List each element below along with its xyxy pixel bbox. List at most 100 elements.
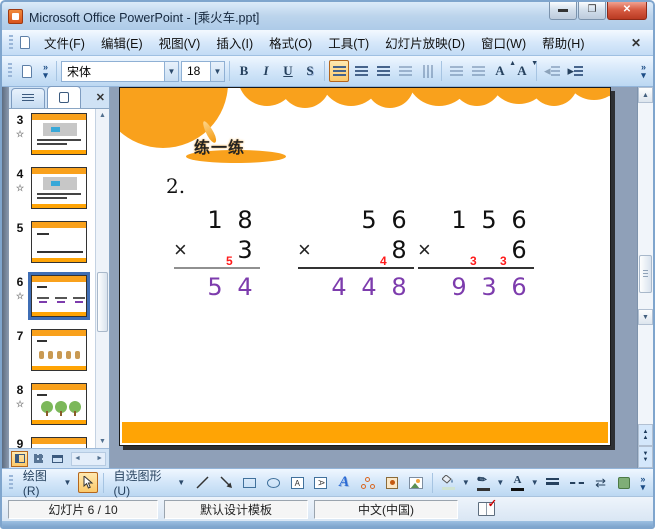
previous-slide-button[interactable]: ▲ ▲	[638, 424, 653, 446]
wordart-button[interactable]: A	[334, 472, 354, 493]
select-objects-button[interactable]	[78, 472, 99, 493]
normal-view-button[interactable]	[11, 450, 28, 467]
scroll-up-icon[interactable]: ▲	[99, 109, 106, 122]
increase-indent-button[interactable]: ▸	[565, 60, 587, 82]
insert-picture-button[interactable]	[405, 472, 427, 493]
toolbar-overflow-icon[interactable]: » ▾	[637, 63, 650, 80]
menu-item-5[interactable]: 工具(T)	[320, 30, 377, 55]
scroll-down-icon[interactable]: ▼	[638, 309, 653, 325]
rectangle-tool-button[interactable]	[239, 472, 260, 493]
align-right-button[interactable]	[373, 60, 393, 82]
toolbar-grip[interactable]	[8, 63, 12, 79]
decrease-font-size-button[interactable]: A ▼	[512, 59, 538, 82]
menu-item-7[interactable]: 窗口(W)	[473, 30, 534, 55]
next-slide-button[interactable]: ▼ ▼	[638, 446, 653, 468]
slide-workspace: 练一练 2. 1 8 × 3 5 5 4 5 6 × 8 4 4 4 8 1 5 6 × 6 3 3 9 3 6	[110, 87, 637, 468]
toolbar-overflow-icon[interactable]: » ▾	[637, 474, 650, 491]
horizontal-scrollbar[interactable]: ◄ ►	[71, 451, 106, 466]
font-name-select[interactable]: 宋体 ▼	[61, 60, 179, 82]
menu-item-1[interactable]: 编辑(E)	[93, 30, 151, 55]
autoshapes-menu-button[interactable]: 自选图形(U) ▼	[109, 469, 189, 498]
product-digit: 4	[331, 273, 347, 301]
increase-font-size-button[interactable]: A ▲	[490, 59, 516, 82]
chevron-down-icon[interactable]: ▼	[496, 478, 504, 487]
main-scroll-thumb[interactable]	[639, 255, 652, 293]
sidebar-scrollbar[interactable]: ▲ ▼	[95, 109, 109, 448]
italic-button[interactable]: I	[256, 60, 276, 82]
slide-sorter-view-button[interactable]	[30, 451, 47, 467]
chevron-down-icon[interactable]: ▼	[210, 61, 224, 81]
menu-item-8[interactable]: 帮助(H)	[534, 30, 592, 55]
chevron-down-icon[interactable]: ▼	[531, 478, 539, 487]
slide-thumbnail-9[interactable]	[31, 437, 87, 448]
line-color-button[interactable]: ✎	[473, 472, 494, 493]
fill-color-button[interactable]	[438, 472, 459, 493]
slide-thumbnail-7[interactable]	[31, 329, 87, 371]
text-direction-button[interactable]	[417, 60, 437, 82]
language-status[interactable]: 中文(中国)	[314, 499, 458, 519]
toolbar-options-icon[interactable]: » ▾	[39, 63, 52, 80]
slide-thumbnail-4[interactable]	[31, 167, 87, 209]
menu-item-4[interactable]: 格式(O)	[261, 30, 320, 55]
menu-item-0[interactable]: 文件(F)	[36, 30, 93, 55]
text-box-button[interactable]: A	[287, 472, 308, 493]
main-scrollbar[interactable]: ▲ ▼ ▲ ▲ ▼ ▼	[637, 87, 653, 468]
close-button[interactable]: ✕	[607, 2, 647, 20]
line-tool-button[interactable]	[192, 472, 213, 493]
align-center-button[interactable]	[351, 60, 371, 82]
font-size-select[interactable]: 18 ▼	[181, 60, 225, 82]
slide-number: 6 ☆	[9, 275, 31, 317]
slide-thumbnail-8[interactable]	[31, 383, 87, 425]
minimize-button[interactable]: ▬	[549, 2, 577, 20]
menu-item-3[interactable]: 插入(I)	[208, 30, 261, 55]
slide-canvas[interactable]: 练一练 2. 1 8 × 3 5 5 4 5 6 × 8 4 4 4 8 1 5 6 × 6 3 3 9 3 6	[119, 87, 611, 446]
scroll-up-icon[interactable]: ▲	[638, 87, 653, 103]
font-color-button[interactable]: A	[507, 472, 528, 493]
spellcheck-icon[interactable]	[478, 497, 497, 516]
close-panel-icon[interactable]: ✕	[96, 91, 105, 104]
oval-tool-button[interactable]	[263, 472, 284, 493]
distribute-text-button[interactable]	[395, 60, 415, 82]
slideshow-view-button[interactable]	[49, 451, 66, 467]
carry-digit: 5	[226, 254, 233, 268]
dash-style-button[interactable]	[566, 472, 587, 493]
sidebar-scroll-track[interactable]	[96, 122, 109, 435]
toolbar-grip[interactable]	[9, 34, 13, 51]
line-style-button[interactable]	[542, 472, 563, 493]
tab-slides[interactable]	[47, 86, 81, 108]
restore-button[interactable]: ❐	[578, 2, 606, 20]
multiply-sign: ×	[298, 237, 311, 262]
numbered-list-button[interactable]	[446, 60, 466, 82]
slide-thumbnail-3[interactable]	[31, 113, 87, 155]
tab-outline[interactable]	[11, 88, 45, 108]
bullet-list-button[interactable]	[468, 60, 488, 82]
clipart-button[interactable]	[382, 472, 403, 493]
autoshapes-label: 自选图形(U)	[113, 469, 162, 498]
bold-button[interactable]: B	[234, 60, 254, 82]
slide-thumbnail-5[interactable]	[31, 221, 87, 263]
toolbar-grip[interactable]	[9, 474, 13, 491]
arrow-style-button[interactable]: ⇄	[591, 472, 611, 493]
arrow-tool-button[interactable]	[216, 472, 237, 493]
align-left-button[interactable]	[329, 60, 349, 82]
diagram-button[interactable]	[357, 472, 378, 493]
chevron-down-icon[interactable]: ▼	[164, 61, 178, 81]
shadow-style-button[interactable]	[614, 472, 634, 493]
new-document-button[interactable]	[17, 60, 37, 82]
sidebar-scroll-thumb[interactable]	[97, 272, 108, 332]
design-template-status[interactable]: 默认设计模板	[164, 499, 308, 519]
chevron-down-icon[interactable]: ▼	[462, 478, 470, 487]
slide-thumbnail-6[interactable]	[28, 272, 90, 320]
vertical-text-box-button[interactable]: A	[311, 472, 332, 493]
scroll-down-icon[interactable]: ▼	[99, 435, 106, 448]
slide-number: 8 ☆	[9, 383, 31, 425]
decrease-indent-button[interactable]: ◂	[541, 60, 563, 82]
main-scroll-track[interactable]	[638, 103, 653, 309]
underline-button[interactable]: U	[278, 60, 298, 82]
menu-item-6[interactable]: 幻灯片放映(D)	[377, 30, 473, 55]
close-document-icon[interactable]: ✕	[623, 36, 649, 50]
digit: 5	[361, 206, 377, 234]
text-shadow-button[interactable]: S	[300, 60, 320, 82]
menu-item-2[interactable]: 视图(V)	[151, 30, 209, 55]
draw-menu-button[interactable]: 绘图(R) ▼	[19, 469, 76, 498]
